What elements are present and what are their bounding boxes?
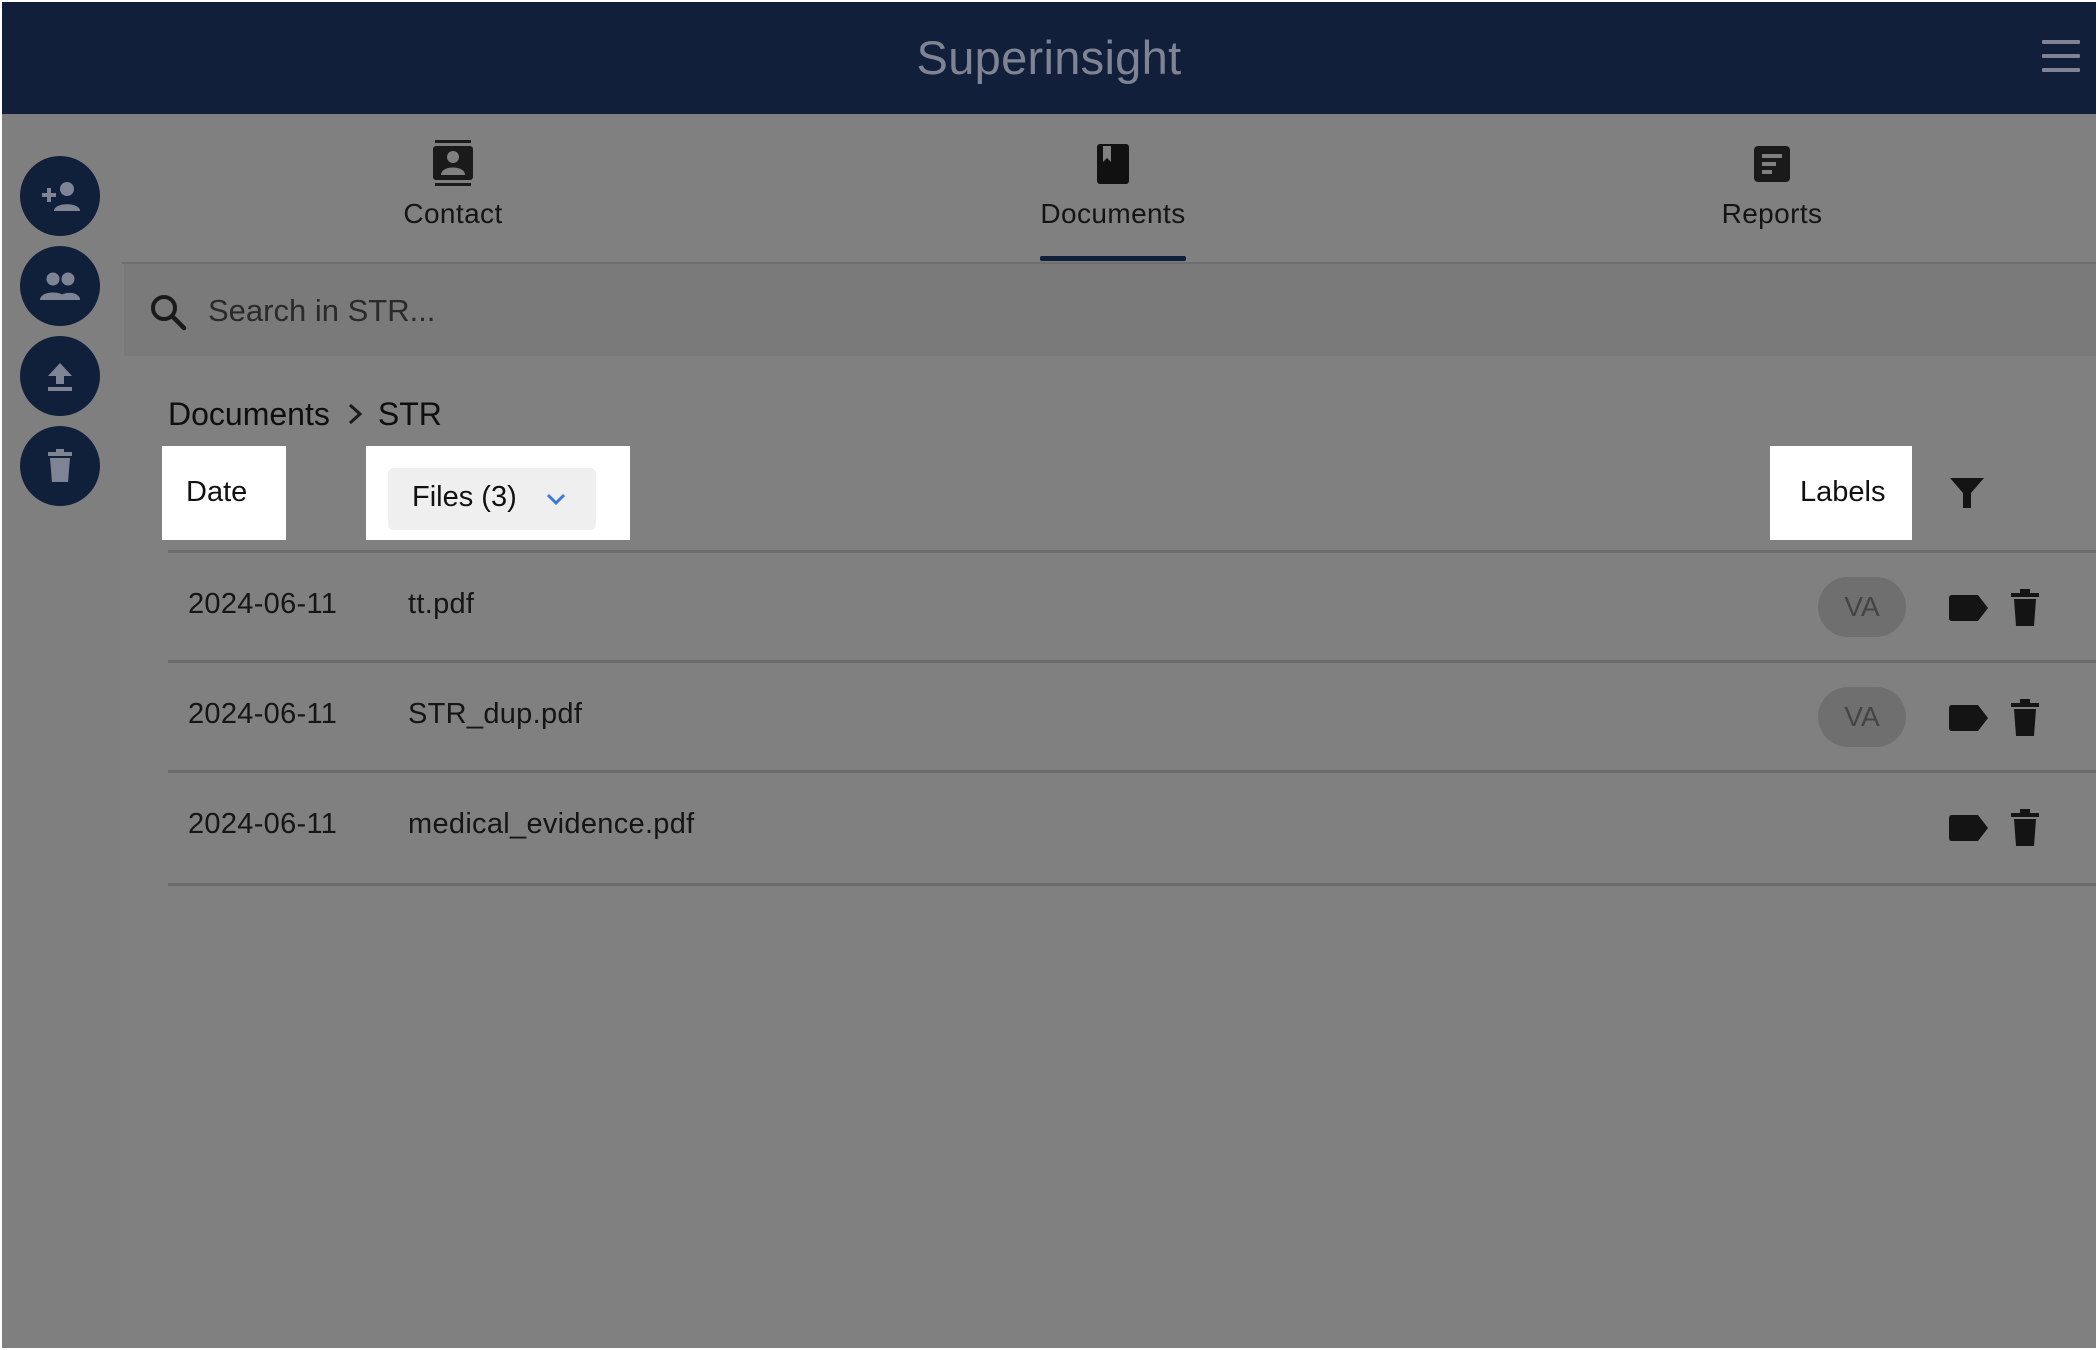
app-header: Superinsight	[2, 2, 2096, 114]
table-row[interactable]: 2024-06-11 medical_evidence.pdf	[168, 770, 2096, 886]
trash-icon[interactable]	[2010, 809, 2040, 847]
main-content: Contact Documents Reports Search in STR.…	[122, 114, 2096, 1348]
book-icon	[1097, 144, 1129, 184]
labels-header-label: Labels	[1800, 476, 1886, 508]
delete-button[interactable]	[20, 426, 100, 506]
group-button[interactable]	[20, 246, 100, 326]
search-input[interactable]	[206, 284, 1210, 338]
row-date: 2024-06-11	[188, 808, 338, 840]
breadcrumb: Documents STR	[168, 392, 442, 436]
label-chip[interactable]: VA	[1818, 577, 1906, 637]
people-icon	[40, 272, 80, 300]
trash-icon	[48, 449, 72, 482]
files-dropdown-button[interactable]: Files (3)	[388, 468, 596, 530]
upload-icon	[48, 363, 72, 391]
chevron-down-icon	[546, 493, 566, 506]
date-column-header[interactable]: Date	[162, 446, 286, 540]
tag-icon[interactable]	[1948, 813, 1990, 843]
label-chip[interactable]: VA	[1818, 687, 1906, 747]
search-icon	[151, 295, 187, 331]
active-tab-indicator	[1040, 256, 1186, 261]
tab-label: Reports	[1721, 198, 1823, 229]
files-column-header: Files (3)	[366, 446, 630, 540]
tag-icon[interactable]	[1948, 703, 1990, 733]
app-title: Superinsight	[916, 31, 1182, 84]
app-window: Superinsight Contact Documents Reports S…	[2, 2, 2096, 1348]
labels-column-header[interactable]: Labels	[1770, 446, 1912, 540]
filter-icon[interactable]	[1948, 474, 1986, 512]
tab-contact[interactable]: Contact	[303, 114, 603, 262]
breadcrumb-current: STR	[377, 395, 442, 432]
tab-reports[interactable]: Reports	[1622, 114, 1922, 262]
hamburger-menu-icon[interactable]	[2042, 40, 2080, 74]
upload-button[interactable]	[20, 336, 100, 416]
left-action-rail	[2, 114, 120, 1348]
search-bar	[124, 264, 2096, 356]
row-file-name[interactable]: STR_dup.pdf	[408, 698, 582, 731]
tab-label: Contact	[403, 198, 503, 229]
person-add-icon	[42, 182, 80, 211]
chevron-right-icon	[348, 403, 363, 425]
tag-icon[interactable]	[1948, 593, 1990, 623]
breadcrumb-documents-link[interactable]: Documents	[168, 396, 330, 433]
add-contact-button[interactable]	[20, 156, 100, 236]
contact-card-icon	[433, 140, 473, 186]
trash-icon[interactable]	[2010, 589, 2040, 627]
row-file-name[interactable]: tt.pdf	[408, 588, 474, 621]
report-icon	[1754, 146, 1790, 182]
tab-documents[interactable]: Documents	[963, 114, 1263, 262]
row-date: 2024-06-11	[188, 588, 338, 620]
app-frame: Superinsight Contact Documents Reports S…	[0, 0, 2098, 1350]
date-header-label: Date	[186, 476, 248, 508]
row-file-name[interactable]: medical_evidence.pdf	[408, 808, 695, 841]
trash-icon[interactable]	[2010, 699, 2040, 737]
tab-label: Documents	[1040, 198, 1186, 229]
table-row[interactable]: 2024-06-11 STR_dup.pdf VA	[168, 660, 2096, 773]
tab-bar: Contact Documents Reports	[122, 114, 2096, 264]
row-date: 2024-06-11	[188, 698, 338, 730]
table-row[interactable]: 2024-06-11 tt.pdf VA	[168, 550, 2096, 663]
files-header-label: Files (3)	[412, 481, 517, 513]
